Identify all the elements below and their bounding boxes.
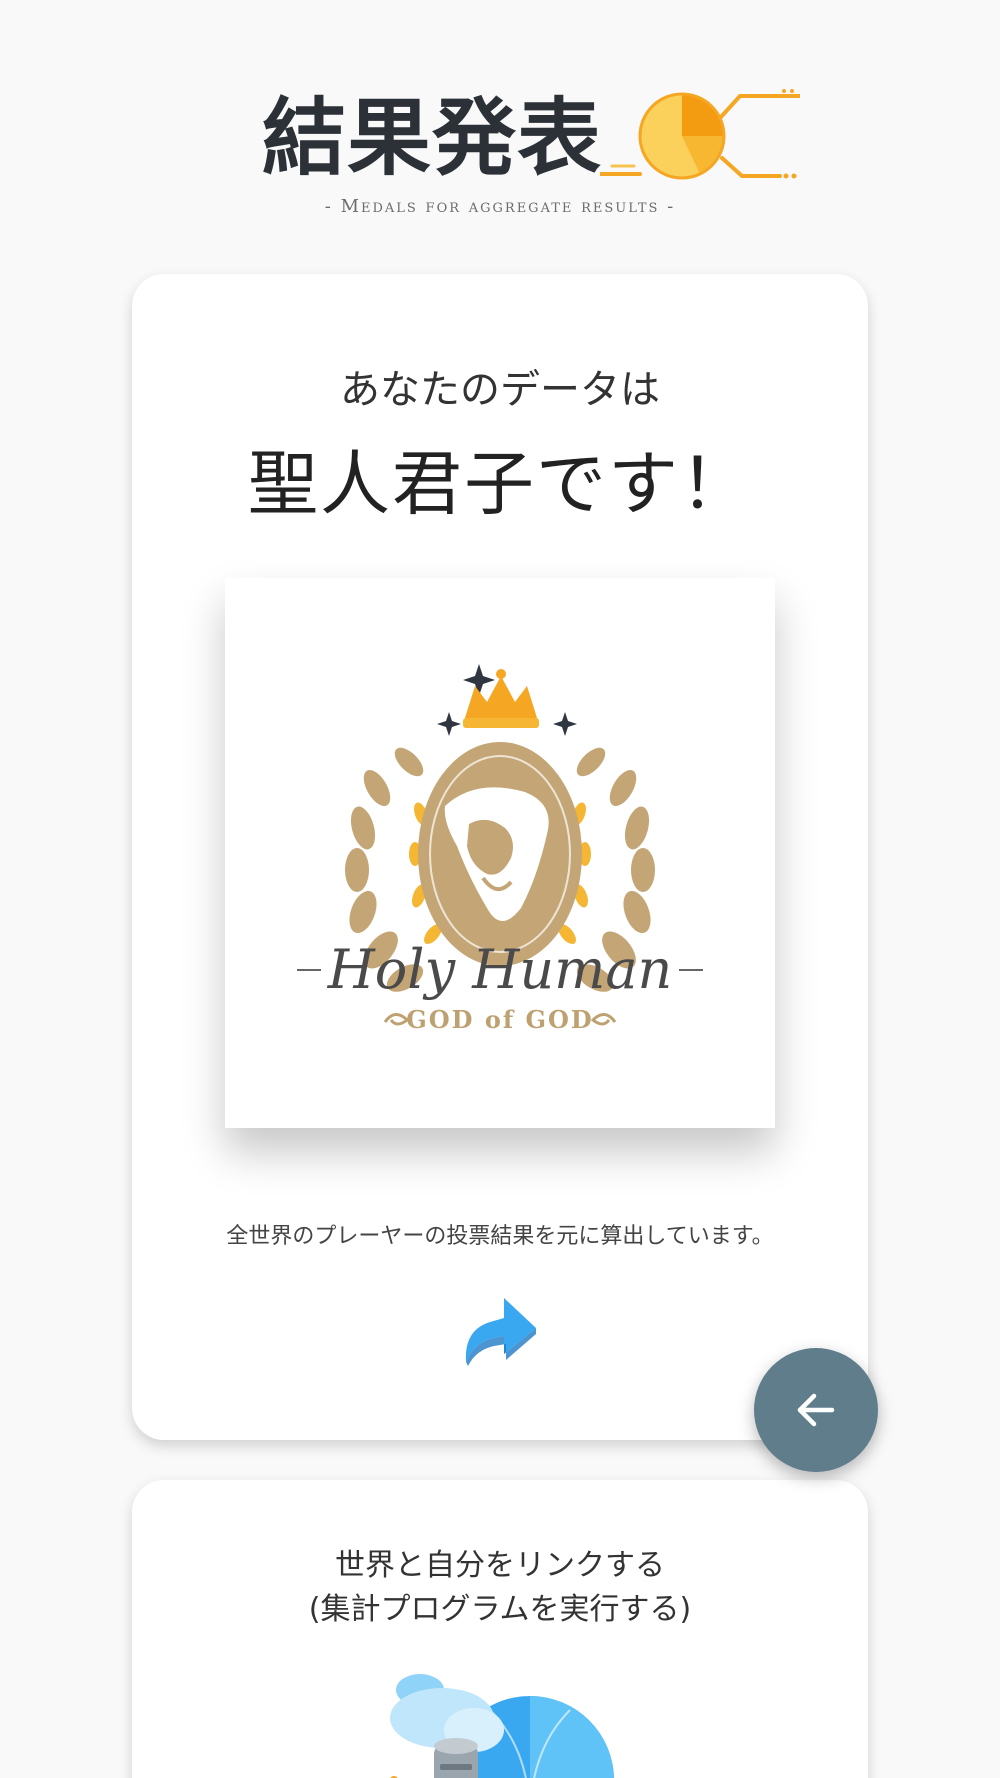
globe-server-icon[interactable] xyxy=(380,1660,620,1778)
link-card-title: 世界と自分をリンクする xyxy=(335,1548,665,1583)
result-card: あなたのデータは 聖人君子です！ Holy Human GOD of GOD 全… xyxy=(132,274,868,1440)
link-card-subtitle: (集計プログラムを実行する) xyxy=(308,1592,692,1627)
link-world-card[interactable]: 世界と自分をリンクする (集計プログラムを実行する) xyxy=(132,1480,868,1778)
page-header: 結果発表 - Medals for aggregate results - xyxy=(0,0,1000,240)
arrow-left-icon xyxy=(797,1393,835,1427)
medal-tagline-text: GOD of GOD xyxy=(406,1005,593,1034)
result-page: 結果発表 - Medals for aggregate results - あな… xyxy=(0,0,1000,1778)
share-arrow-icon xyxy=(465,1298,536,1366)
holy-human-medal-emblem: Holy Human GOD of GOD xyxy=(297,664,703,1034)
page-title: 結果発表 xyxy=(262,88,603,187)
share-button[interactable] xyxy=(460,1288,540,1368)
result-lead-text: あなたのデータは xyxy=(340,367,660,413)
medal-image: Holy Human GOD of GOD xyxy=(225,578,775,1128)
page-subtitle: - Medals for aggregate results - xyxy=(324,196,676,217)
back-button[interactable] xyxy=(754,1348,878,1472)
medal-name-text: Holy Human xyxy=(327,938,673,1001)
pie-chart-icon xyxy=(600,89,800,180)
result-caption: 全世界のプレーヤーの投票結果を元に算出しています。 xyxy=(226,1224,774,1249)
result-title: 聖人君子です！ xyxy=(248,443,752,525)
